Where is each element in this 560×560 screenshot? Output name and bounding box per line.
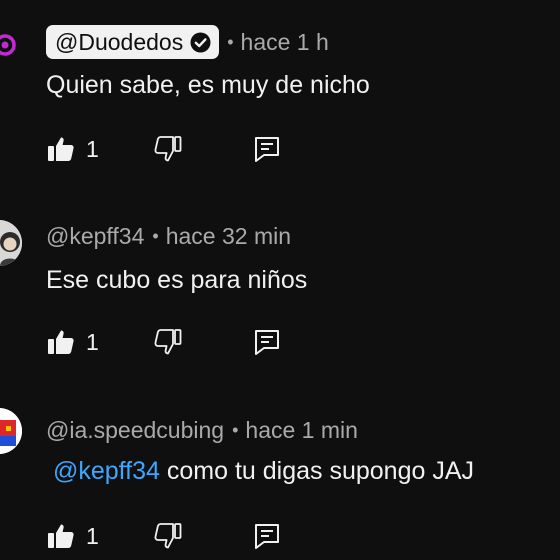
mention-link[interactable]: @kepff34 (53, 457, 160, 485)
comment-timestamp[interactable]: hace 32 min (166, 223, 291, 250)
comment-text: Quien sabe, es muy de nicho (46, 71, 370, 99)
reply-comment-icon (252, 521, 282, 551)
like-button[interactable]: 1 (46, 521, 99, 551)
comment-timestamp[interactable]: hace 1 min (245, 417, 358, 444)
avatar[interactable] (0, 220, 22, 266)
author-handle[interactable]: @Duodedos (55, 29, 183, 56)
thumbs-down-outline-icon (153, 521, 183, 551)
author-handle[interactable]: @kepff34 (46, 223, 144, 250)
comment-item: @kepff34 • hace 32 min Ese cubo es para … (0, 194, 560, 384)
comment-text: @kepff34 como tu digas supongo JAJ (53, 457, 474, 486)
comment-thread: @Duodedos • hace 1 h Quien sabe, es muy … (0, 0, 560, 560)
reply-comment-icon (252, 327, 282, 357)
reply-button[interactable] (252, 521, 282, 551)
reply-comment-icon (252, 134, 282, 164)
thumbs-down-outline-icon (153, 134, 183, 164)
comment-meta: @kepff34 • hace 32 min (46, 223, 291, 250)
author-handle-chip[interactable]: @Duodedos (46, 25, 220, 59)
comment-item: @ia.speedcubing • hace 1 min @kepff34 co… (0, 388, 560, 560)
thumbs-up-filled-icon (46, 521, 76, 551)
comment-body: como tu digas supongo JAJ (159, 457, 475, 485)
comment-actions: 1 (46, 327, 306, 367)
dislike-button[interactable] (153, 521, 183, 551)
reply-button[interactable] (252, 134, 282, 164)
comment-meta: @ia.speedcubing • hace 1 min (46, 417, 358, 444)
meta-separator: • (152, 226, 159, 246)
comment-item: @Duodedos • hace 1 h Quien sabe, es muy … (0, 0, 560, 190)
like-count: 1 (86, 522, 99, 549)
meta-separator: • (232, 420, 239, 440)
meta-separator: • (227, 31, 234, 52)
author-handle[interactable]: @ia.speedcubing (46, 417, 224, 444)
like-button[interactable]: 1 (46, 134, 99, 164)
avatar[interactable] (0, 408, 22, 454)
comment-timestamp[interactable]: hace 1 h (241, 29, 329, 56)
verified-check-icon (190, 32, 211, 53)
like-button[interactable]: 1 (46, 327, 99, 357)
thumbs-up-filled-icon (46, 327, 76, 357)
comment-actions: 1 (46, 521, 306, 560)
reply-button[interactable] (252, 327, 282, 357)
avatar[interactable] (0, 22, 18, 68)
comment-meta: @Duodedos • hace 1 h (46, 25, 329, 59)
like-count: 1 (86, 135, 99, 162)
thumbs-up-filled-icon (46, 134, 76, 164)
dislike-button[interactable] (153, 134, 183, 164)
like-count: 1 (86, 328, 99, 355)
comment-actions: 1 (46, 134, 306, 174)
dislike-button[interactable] (153, 327, 183, 357)
comment-text: Ese cubo es para niños (46, 266, 308, 294)
thumbs-down-outline-icon (153, 327, 183, 357)
